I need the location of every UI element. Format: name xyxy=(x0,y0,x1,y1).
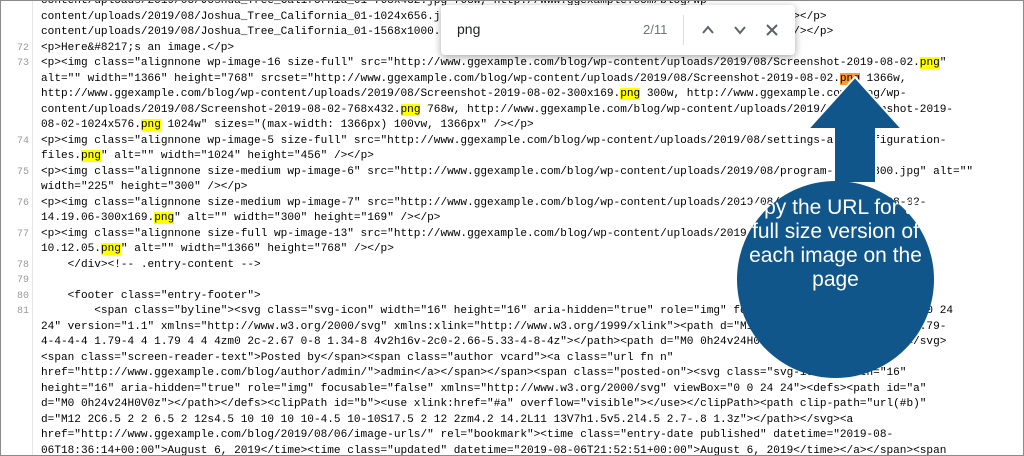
find-bar: png 2/11 xyxy=(441,5,795,55)
find-previous-button[interactable] xyxy=(696,18,720,42)
find-next-button[interactable] xyxy=(728,18,752,42)
find-input[interactable]: png xyxy=(457,21,480,37)
callout-text: Copy the URL for the full size version o… xyxy=(737,196,934,291)
chevron-up-icon xyxy=(702,25,714,34)
close-icon xyxy=(766,24,778,36)
find-divider xyxy=(683,15,684,45)
find-close-button[interactable] xyxy=(760,18,784,42)
chevron-down-icon xyxy=(734,26,746,35)
page-source-view: content/uploads/2019/08/Joshua_Tree_Cali… xyxy=(0,0,1024,456)
find-match-count: 2/11 xyxy=(643,22,668,37)
